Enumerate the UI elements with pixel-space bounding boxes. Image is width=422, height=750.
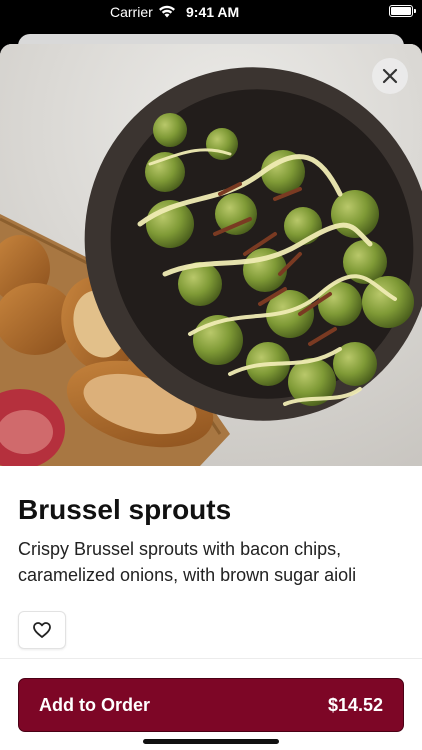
add-to-order-label: Add to Order — [39, 694, 150, 715]
price-label: $14.52 — [327, 694, 383, 715]
close-button[interactable] — [372, 58, 408, 94]
item-description: Crispy Brussel sprouts with bacon chips,… — [18, 539, 357, 585]
favorite-button[interactable] — [18, 611, 66, 649]
battery-icon — [389, 5, 416, 17]
clock: 9:41 AM — [186, 4, 240, 20]
item-title: Brussel sprouts — [18, 494, 232, 525]
wifi-icon — [158, 4, 176, 18]
heart-icon — [33, 622, 51, 638]
item-detail-sheet: Brussel sprouts Crispy Brussel sprouts w… — [0, 44, 422, 750]
home-indicator — [143, 739, 279, 744]
status-bar: Carrier 9:41 AM — [0, 0, 422, 24]
carrier-label: Carrier — [110, 4, 153, 20]
brussel-sprouts-photo — [0, 44, 422, 466]
add-to-order-button[interactable]: Add to Order $14.52 — [18, 678, 404, 732]
close-icon — [382, 68, 398, 84]
divider — [0, 658, 422, 659]
